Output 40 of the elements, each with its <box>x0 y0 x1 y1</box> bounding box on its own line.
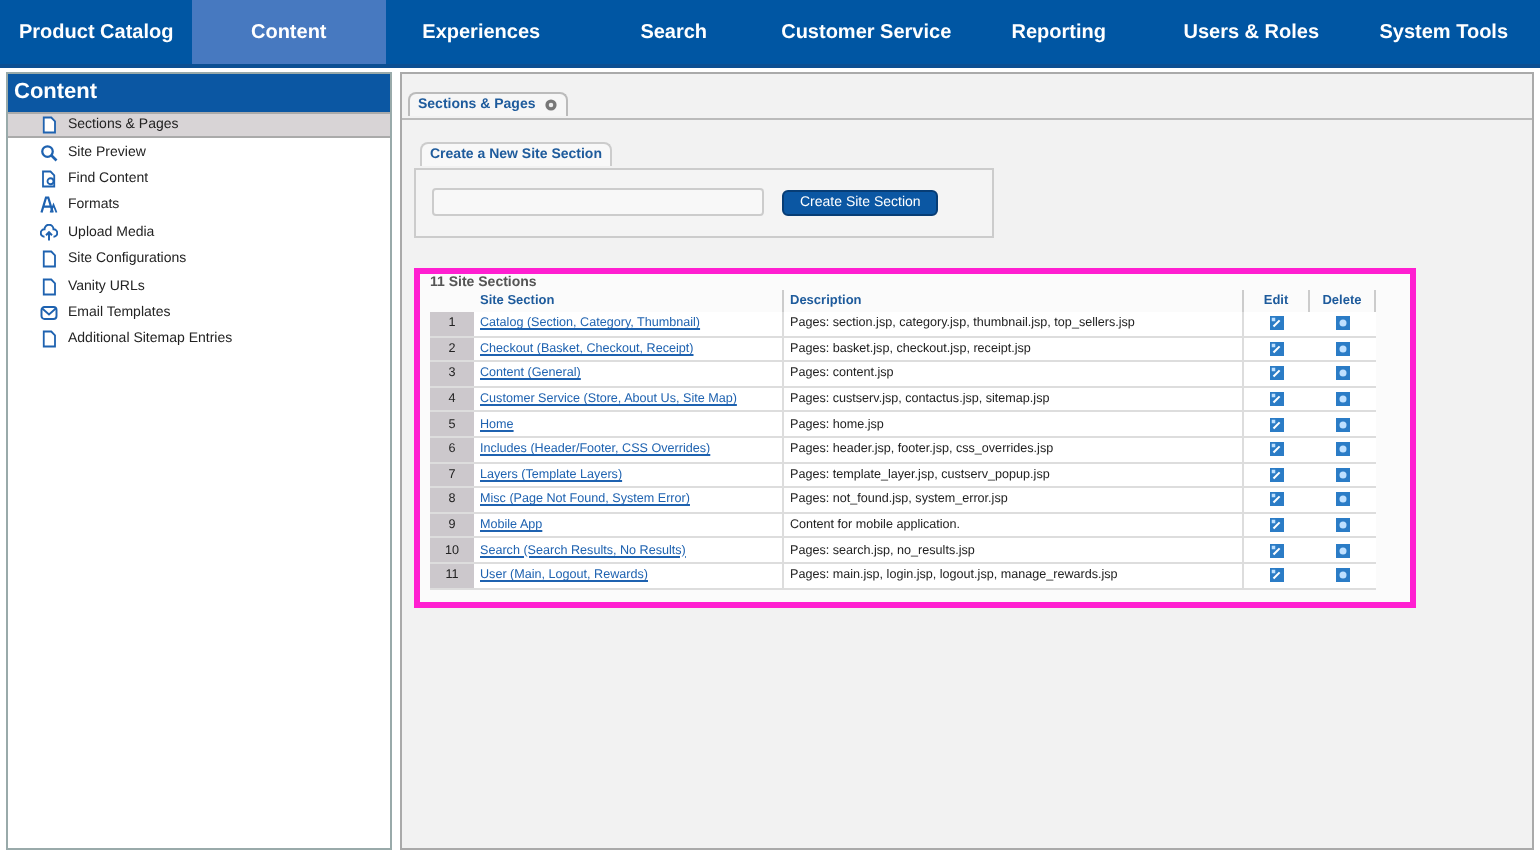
edit-icon[interactable] <box>1269 467 1284 482</box>
document-search-icon <box>40 169 58 188</box>
edit-icon[interactable] <box>1269 316 1284 331</box>
nav-tab[interactable]: System Tools <box>1347 0 1540 64</box>
delete-icon[interactable] <box>1335 341 1349 356</box>
nav-tab[interactable]: Experiences <box>385 0 578 64</box>
nav-tab[interactable]: Users & Roles <box>1155 0 1348 64</box>
delete-icon[interactable] <box>1335 391 1349 406</box>
nav-tab[interactable]: Product Catalog <box>0 0 193 64</box>
delete-icon[interactable] <box>1335 316 1349 331</box>
section-name-field[interactable] <box>432 188 764 216</box>
gear-icon[interactable] <box>543 98 558 112</box>
edit-icon[interactable] <box>1269 417 1284 432</box>
sidebar-title: Content <box>8 74 390 112</box>
nav-tab[interactable]: Search <box>577 0 770 64</box>
edit-icon[interactable] <box>1269 568 1284 583</box>
document-icon <box>40 330 58 349</box>
font-icon <box>40 196 58 215</box>
delete-icon[interactable] <box>1335 417 1349 432</box>
nav-tab[interactable]: Reporting <box>962 0 1155 64</box>
edit-icon[interactable] <box>1269 391 1284 406</box>
edit-icon[interactable] <box>1269 341 1284 356</box>
delete-icon[interactable] <box>1335 442 1349 457</box>
delete-icon[interactable] <box>1335 517 1349 532</box>
upload-icon <box>40 223 58 242</box>
search-icon <box>40 143 58 162</box>
edit-icon[interactable] <box>1269 366 1284 381</box>
document-icon <box>40 116 58 135</box>
nav-tab[interactable]: Customer Service <box>770 0 963 64</box>
delete-icon[interactable] <box>1335 467 1349 482</box>
nav-tab[interactable]: Content <box>192 0 385 64</box>
edit-icon[interactable] <box>1269 492 1284 507</box>
delete-icon[interactable] <box>1335 492 1349 507</box>
delete-icon[interactable] <box>1335 543 1349 558</box>
edit-icon[interactable] <box>1269 517 1284 532</box>
edit-icon[interactable] <box>1269 442 1284 457</box>
envelope-icon <box>40 303 58 322</box>
edit-icon[interactable] <box>1269 543 1284 558</box>
delete-icon[interactable] <box>1335 568 1349 583</box>
delete-icon[interactable] <box>1335 366 1349 381</box>
